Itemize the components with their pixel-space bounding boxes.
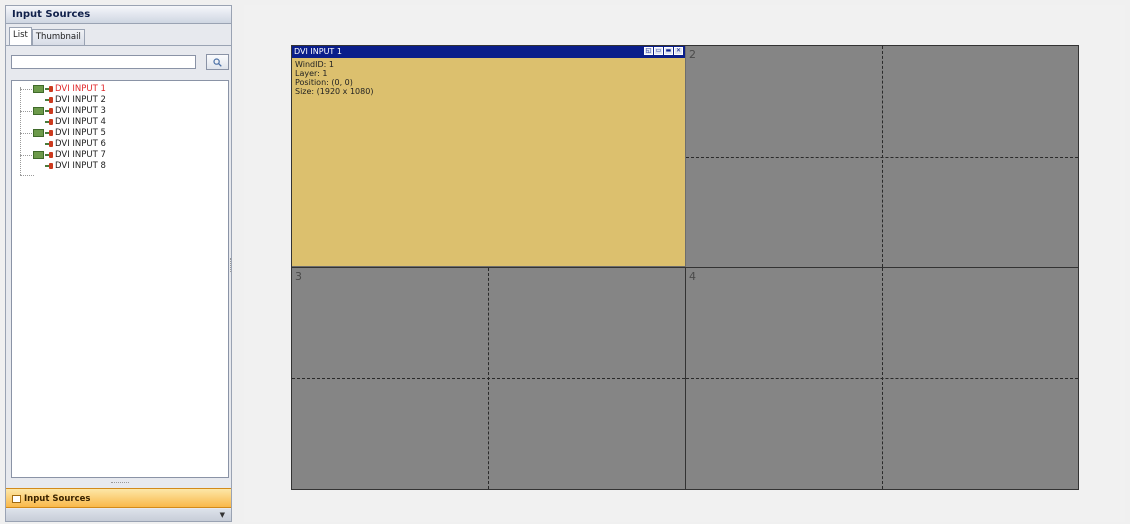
plug-icon (45, 129, 53, 136)
plug-icon (45, 118, 53, 125)
window-layer: Layer: 1 (295, 69, 328, 78)
tree-item-label: DVI INPUT 4 (55, 117, 106, 127)
tree-item-label: DVI INPUT 5 (55, 128, 106, 138)
arrow-down-icon[interactable]: ▼ (220, 511, 225, 519)
tree-item-label: DVI INPUT 6 (55, 139, 106, 149)
window-title: DVI INPUT 1 (294, 47, 342, 56)
tree-item-dvi-input-2[interactable]: DVI INPUT 2 (45, 95, 106, 106)
tree-item-dvi-input-4[interactable]: DVI INPUT 4 (45, 117, 106, 128)
monitor-icon (33, 84, 44, 93)
window-id: WindID: 1 (295, 60, 334, 69)
input-sources-panel: Input Sources List Thumbnail DVI INPUT 1 … (5, 5, 232, 522)
screen-number: 2 (689, 48, 696, 61)
plug-icon (45, 162, 53, 169)
splitter-handle[interactable] (111, 482, 129, 485)
tree-item-dvi-input-8[interactable]: DVI INPUT 8 (45, 161, 106, 172)
plug-icon (45, 140, 53, 147)
window-size: Size: (1920 x 1080) (295, 87, 374, 96)
home-icon (12, 494, 21, 503)
window-position: Position: (0, 0) (295, 78, 353, 87)
plug-icon (45, 107, 53, 114)
tab-list[interactable]: List (9, 27, 32, 45)
video-wall[interactable]: 2 3 4 DVI INPUT 1 ◱ ▭ ▬ ✕ WindID: 1 Layer: … (291, 45, 1079, 490)
window-info: WindID: 1 Layer: 1 Position: (0, 0) Size… (292, 58, 685, 98)
input-sources-tab-label: Input Sources (24, 494, 91, 504)
plug-icon (45, 151, 53, 158)
tree-item-label: DVI INPUT 1 (55, 84, 106, 94)
tree-item-label: DVI INPUT 3 (55, 106, 106, 116)
minimize-icon[interactable]: ▭ (654, 47, 663, 55)
monitor-icon (33, 106, 44, 115)
monitor-icon (33, 150, 44, 159)
search-row (11, 54, 229, 72)
close-icon[interactable]: ✕ (674, 47, 683, 55)
screen-2[interactable]: 2 (686, 46, 1078, 267)
maximize-icon[interactable]: ▬ (664, 47, 673, 55)
tree-item-label: DVI INPUT 8 (55, 161, 106, 171)
search-icon (213, 58, 222, 67)
panel-footer: ▼ (6, 509, 231, 521)
tree-connector (20, 87, 21, 175)
screen-number: 3 (295, 270, 302, 283)
plug-icon (45, 85, 53, 92)
tab-bar: List Thumbnail (6, 26, 231, 46)
search-input[interactable] (11, 55, 196, 69)
screen-number: 4 (689, 270, 696, 283)
input-tree: DVI INPUT 1 DVI INPUT 2 DVI INPUT 3 DVI … (11, 80, 229, 478)
tree-item-dvi-input-7[interactable]: DVI INPUT 7 (33, 150, 106, 161)
tree-item-dvi-input-1[interactable]: DVI INPUT 1 (33, 84, 106, 95)
search-button[interactable] (206, 54, 229, 70)
input-sources-tab[interactable]: Input Sources (6, 488, 231, 508)
panel-resize-handle[interactable] (230, 258, 234, 272)
tab-thumbnail[interactable]: Thumbnail (31, 29, 85, 45)
restore-icon[interactable]: ◱ (644, 47, 653, 55)
tree-item-label: DVI INPUT 2 (55, 95, 106, 105)
window-controls: ◱ ▭ ▬ ✕ (643, 47, 683, 56)
plug-icon (45, 96, 53, 103)
tree-item-dvi-input-3[interactable]: DVI INPUT 3 (33, 106, 106, 117)
panel-title: Input Sources (6, 6, 231, 24)
monitor-icon (33, 128, 44, 137)
tree-item-label: DVI INPUT 7 (55, 150, 106, 160)
tree-item-dvi-input-6[interactable]: DVI INPUT 6 (45, 139, 106, 150)
screen-3[interactable]: 3 (292, 268, 685, 489)
tree-item-dvi-input-5[interactable]: DVI INPUT 5 (33, 128, 106, 139)
window-title-bar[interactable]: DVI INPUT 1 ◱ ▭ ▬ ✕ (292, 46, 685, 58)
screen-4[interactable]: 4 (686, 268, 1078, 489)
source-window[interactable]: DVI INPUT 1 ◱ ▭ ▬ ✕ WindID: 1 Layer: 1 Posi… (292, 46, 686, 267)
